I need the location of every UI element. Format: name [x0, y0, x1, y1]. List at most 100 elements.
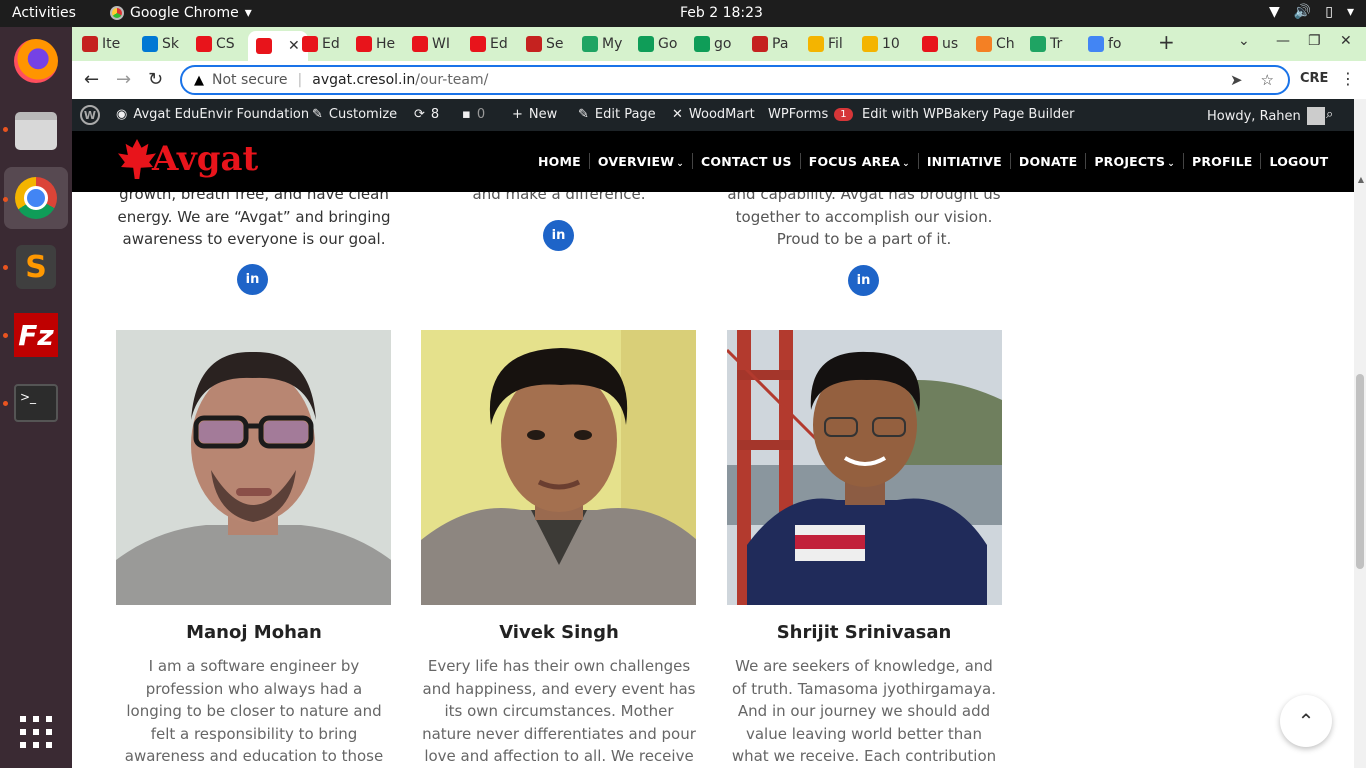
dock-chrome[interactable]: [4, 167, 68, 229]
clock[interactable]: Feb 2 18:23: [680, 5, 763, 21]
address-bar[interactable]: ▲ Not secure | avgat.cresol.in/our-team/…: [180, 65, 1290, 95]
edit-page-link[interactable]: ✎ Edit Page: [578, 107, 656, 122]
gmail-icon: [82, 36, 98, 52]
nav-item-projects[interactable]: PROJECTS ⌄: [1086, 154, 1183, 169]
tab-label: Ch: [996, 36, 1015, 52]
browser-tab[interactable]: 10: [862, 31, 900, 57]
activities-button[interactable]: Activities: [12, 5, 76, 21]
browser-tab[interactable]: ✕: [248, 31, 308, 61]
close-window-icon[interactable]: ✕: [1340, 33, 1352, 49]
account-menu[interactable]: Howdy, Rahen: [1207, 107, 1325, 125]
comments-count: 0: [476, 107, 486, 122]
google-drive-icon: [582, 36, 598, 52]
close-tab-icon[interactable]: ✕: [288, 38, 300, 54]
browser-tab[interactable]: Ch: [976, 31, 1015, 57]
woodmart-icon: ✕: [672, 107, 683, 122]
nav-item-donate[interactable]: DONATE: [1011, 154, 1085, 169]
browser-tab[interactable]: Sk: [142, 31, 179, 57]
nav-item-profile[interactable]: PROFILE: [1184, 154, 1261, 169]
avgat-leaf-icon: [196, 36, 212, 52]
browser-tab[interactable]: CS: [196, 31, 235, 57]
dock-terminal[interactable]: >_: [10, 377, 62, 429]
page-scrollbar[interactable]: ▲: [1354, 99, 1366, 768]
dock-sublime[interactable]: S: [10, 241, 62, 293]
nav-item-focus-area[interactable]: FOCUS AREA ⌄: [801, 154, 918, 169]
browser-tab[interactable]: Ite: [82, 31, 120, 57]
team-section: growth, breath free, and have clean ener…: [72, 192, 1354, 768]
kebab-menu-icon[interactable]: ⋮: [1340, 69, 1356, 88]
running-indicator: [3, 265, 8, 270]
bookmark-star-icon[interactable]: ☆: [1261, 71, 1274, 89]
woodmart-menu[interactable]: ✕ WoodMart: [672, 107, 755, 122]
linkedin-icon[interactable]: in: [543, 220, 574, 251]
chrome-icon: [110, 6, 124, 20]
dock-firefox[interactable]: [10, 35, 62, 87]
new-content-menu[interactable]: + New: [512, 107, 557, 122]
nav-label: CONTACT US: [701, 153, 792, 169]
customize-link[interactable]: ✎ Customize: [312, 107, 397, 122]
new-tab-icon[interactable]: +: [1158, 30, 1175, 54]
running-indicator: [3, 333, 8, 338]
browser-tab[interactable]: us: [922, 31, 958, 57]
url-text[interactable]: avgat.cresol.in/our-team/: [312, 72, 488, 88]
browser-tab[interactable]: Ed: [302, 31, 340, 57]
browser-tab[interactable]: Go: [638, 31, 677, 57]
tab-label: fo: [1108, 36, 1122, 52]
nav-item-overview[interactable]: OVERVIEW ⌄: [590, 154, 692, 169]
dock-filezilla[interactable]: Fz: [10, 309, 62, 361]
dock-files[interactable]: [10, 105, 62, 157]
site-logo[interactable]: Avgat: [118, 139, 258, 179]
show-applications-icon[interactable]: [20, 716, 52, 748]
running-indicator: [3, 197, 8, 202]
avgat-leaf-icon: [356, 36, 372, 52]
power-menu-icon: ▾: [1346, 4, 1354, 20]
browser-tab[interactable]: go: [694, 31, 731, 57]
nav-item-initiative[interactable]: INITIATIVE: [919, 154, 1010, 169]
scrollbar-thumb[interactable]: [1356, 374, 1364, 569]
send-icon[interactable]: ➤: [1230, 71, 1243, 89]
scroll-to-top-button[interactable]: ⌃: [1280, 695, 1332, 747]
chevron-down-icon: ⌄: [676, 158, 685, 169]
app-menu-label: Google Chrome: [130, 5, 239, 21]
browser-tab[interactable]: Tr: [1030, 31, 1062, 57]
app-menu[interactable]: Google Chrome ▾: [110, 5, 252, 21]
browser-tab[interactable]: Pa: [752, 31, 788, 57]
tab-search-icon[interactable]: ⌄: [1238, 33, 1250, 49]
browser-tab[interactable]: Se: [526, 31, 564, 57]
extension-button[interactable]: CRE: [1300, 71, 1328, 86]
scroll-up-arrow-icon[interactable]: ▲: [1358, 175, 1364, 184]
security-label[interactable]: Not secure: [212, 72, 288, 88]
chevron-up-icon: ⌃: [1297, 709, 1315, 733]
back-icon[interactable]: ←: [84, 69, 99, 90]
restore-icon[interactable]: ❐: [1308, 33, 1321, 49]
browser-tab[interactable]: WI: [412, 31, 450, 57]
browser-tab[interactable]: He: [356, 31, 395, 57]
system-tray[interactable]: ▼ 🔊 ▯ ▾: [1269, 4, 1354, 20]
reload-icon[interactable]: ↻: [148, 69, 163, 90]
wpbakery-link[interactable]: Edit with WPBakery Page Builder: [862, 107, 1074, 122]
nav-item-home[interactable]: HOME: [530, 154, 589, 169]
warning-icon[interactable]: ▲: [194, 73, 204, 88]
wp-logo-menu[interactable]: W: [80, 105, 100, 125]
nav-item-logout[interactable]: LOGOUT: [1261, 154, 1336, 169]
nav-item-contact-us[interactable]: CONTACT US: [693, 154, 800, 169]
battery-icon: ▯: [1325, 4, 1333, 20]
tab-label: He: [376, 36, 396, 52]
minimize-icon[interactable]: —: [1276, 33, 1290, 49]
updates-link[interactable]: ⟳ 8: [414, 107, 439, 122]
forward-icon[interactable]: →: [116, 69, 131, 90]
browser-tab[interactable]: My: [582, 31, 622, 57]
firefox-icon: [14, 39, 58, 83]
browser-tab[interactable]: Fil: [808, 31, 843, 57]
gmail-icon: [752, 36, 768, 52]
browser-tab[interactable]: Ed: [470, 31, 508, 57]
comments-link[interactable]: ▪ 0: [462, 107, 485, 122]
member-bio: We are seekers of knowledge, and of trut…: [731, 657, 997, 765]
browser-tab[interactable]: fo: [1088, 31, 1122, 57]
admin-search[interactable]: ⌕: [1326, 107, 1333, 122]
wpforms-menu[interactable]: WPForms 1: [768, 107, 853, 122]
linkedin-icon[interactable]: in: [237, 264, 268, 295]
dock: S Fz >_: [0, 27, 72, 768]
site-name-menu[interactable]: ◉ Avgat EduEnvir Foundation: [116, 107, 309, 122]
linkedin-icon[interactable]: in: [848, 265, 879, 296]
